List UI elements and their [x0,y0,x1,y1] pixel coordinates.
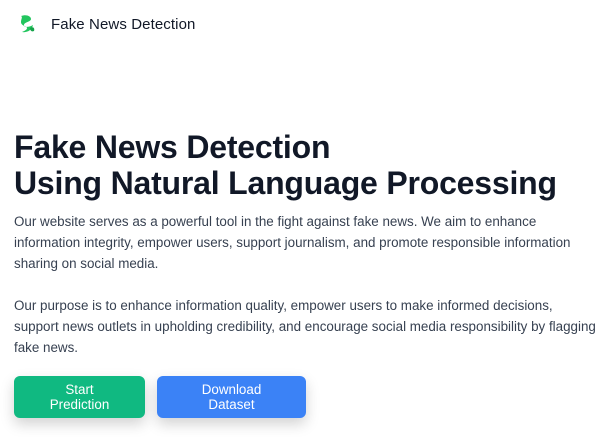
page-title: Fake News Detection Using Natural Langua… [14,129,598,201]
page-title-line-1: Fake News Detection [14,129,331,165]
download-dataset-button[interactable]: Download Dataset [157,376,306,418]
page: Fake News Detection Fake News Detection … [0,0,612,437]
page-title-line-2: Using Natural Language Processing [14,165,557,201]
start-prediction-button[interactable]: Start Prediction [14,376,145,418]
brand-name[interactable]: Fake News Detection [51,16,195,33]
leaf-s-logo-icon[interactable] [16,13,38,35]
navbar: Fake News Detection [16,10,195,38]
action-buttons: Start Prediction Download Dataset [14,376,598,418]
hero-section: Fake News Detection Using Natural Langua… [14,129,598,418]
purpose-paragraph: Our purpose is to enhance information qu… [14,298,596,355]
intro-paragraph: Our website serves as a powerful tool in… [14,214,571,271]
